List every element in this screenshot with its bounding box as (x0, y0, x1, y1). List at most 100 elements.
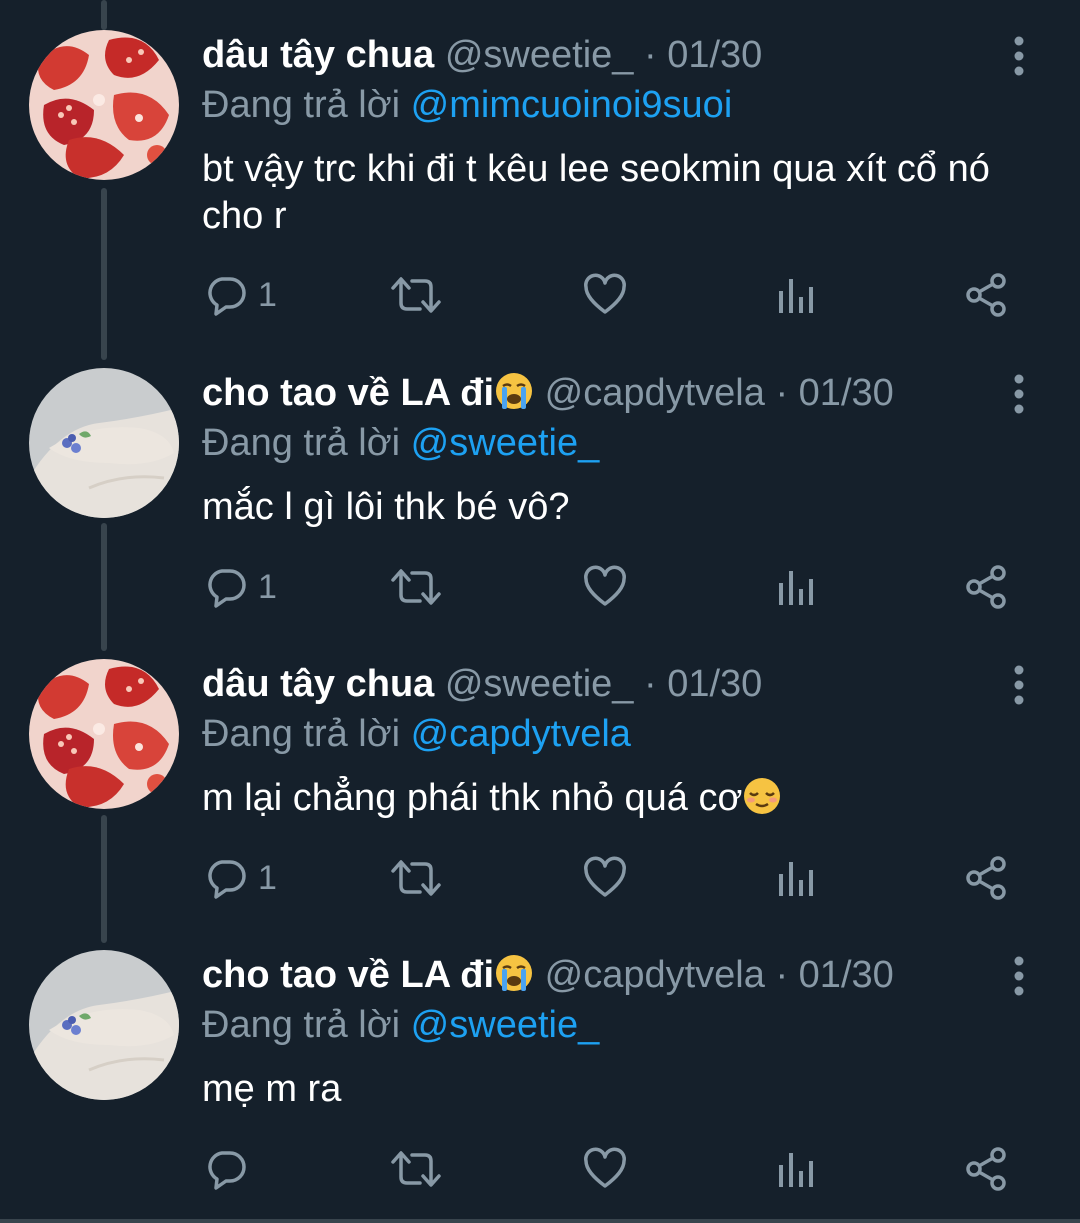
tweet-date[interactable]: 01/30 (799, 372, 894, 414)
like-button[interactable] (583, 270, 627, 320)
replying-to-handle[interactable]: @capdytvela (411, 713, 631, 755)
share-icon (966, 1147, 1006, 1191)
more-vertical-icon[interactable] (1008, 36, 1030, 76)
tweet-text: mắc l gì lôi thk bé vô? (202, 484, 1052, 531)
tweet-actions: 1 (0, 562, 1080, 612)
avatar[interactable] (29, 30, 179, 180)
more-vertical-icon[interactable] (1008, 956, 1030, 996)
share-button[interactable] (964, 853, 1010, 903)
reply-bubble-icon (208, 860, 246, 899)
reply-button[interactable] (204, 1144, 258, 1194)
tweet-header: dâu tây chua @sweetie_ · 01/30 (202, 659, 762, 709)
replying-to-label: Đang trả lời (202, 1004, 401, 1046)
analytics-bars-icon (779, 279, 813, 313)
replying-to-handle[interactable]: @sweetie_ (411, 422, 600, 464)
tweet-header: dâu tây chua @sweetie_ · 01/30 (202, 30, 762, 80)
retweet-icon (391, 569, 441, 605)
tweet-text-content: mẹ m ra (202, 1068, 342, 1110)
tweet-header: cho tao về LA đi @capdytvela · 01/30 (202, 368, 894, 418)
reply-button[interactable]: 1 (204, 270, 277, 320)
loudly-crying-face-icon (496, 373, 533, 409)
analytics-button[interactable] (776, 562, 816, 612)
reply-count: 1 (258, 858, 277, 897)
retweet-icon (391, 860, 441, 896)
like-button[interactable] (583, 853, 627, 903)
separator-dot: · (643, 34, 657, 76)
retweet-button[interactable] (390, 1144, 442, 1194)
share-button[interactable] (964, 1144, 1010, 1194)
display-name[interactable]: dâu tây chua (202, 663, 434, 705)
tweet-text: mẹ m ra (202, 1066, 1052, 1113)
tweet-text: m lại chẳng phái thk nhỏ quá cơ (202, 775, 1052, 822)
analytics-bars-icon (779, 571, 813, 605)
analytics-button[interactable] (776, 853, 816, 903)
strawberry-avatar-image (29, 659, 179, 809)
analytics-button[interactable] (776, 270, 816, 320)
tweet-date[interactable]: 01/30 (799, 954, 894, 996)
share-icon (966, 273, 1006, 317)
tweet-date[interactable]: 01/30 (667, 34, 762, 76)
heart-icon (584, 273, 626, 314)
retweet-button[interactable] (390, 853, 442, 903)
retweet-button[interactable] (390, 562, 442, 612)
separator-dot: · (643, 663, 657, 705)
replying-to: Đang trả lời @mimcuoinoi9suoi (202, 80, 732, 130)
like-button[interactable] (583, 1144, 627, 1194)
replying-to-handle[interactable]: @sweetie_ (411, 1004, 600, 1046)
user-handle[interactable]: @sweetie_ (445, 34, 634, 76)
replying-to: Đang trả lời @sweetie_ (202, 1000, 599, 1050)
replying-to-label: Đang trả lời (202, 422, 401, 464)
replying-to: Đang trả lời @capdytvela (202, 709, 631, 759)
retweet-icon (391, 1151, 441, 1187)
like-button[interactable] (583, 562, 627, 612)
hand-ring-avatar-image (29, 950, 179, 1100)
reply-count: 1 (258, 275, 277, 314)
heart-icon (584, 565, 626, 606)
user-handle[interactable]: @sweetie_ (445, 663, 634, 705)
reply-button[interactable]: 1 (204, 562, 277, 612)
replying-to-label: Đang trả lời (202, 84, 401, 126)
avatar[interactable] (29, 950, 179, 1100)
tweet-text-content: m lại chẳng phái thk nhỏ quá cơ (202, 777, 743, 819)
tweet-text-content: mắc l gì lôi thk bé vô? (202, 486, 570, 528)
reply-bubble-icon (208, 1151, 246, 1190)
reply-count: 1 (258, 567, 277, 606)
reply-button[interactable]: 1 (204, 853, 277, 903)
share-button[interactable] (964, 270, 1010, 320)
relieved-face-icon (744, 778, 781, 814)
avatar[interactable] (29, 368, 179, 518)
retweet-icon (391, 277, 441, 313)
user-handle[interactable]: @capdytvela (545, 372, 765, 414)
display-name[interactable]: cho tao về LA đi (202, 372, 494, 414)
analytics-bars-icon (779, 862, 813, 896)
share-button[interactable] (964, 562, 1010, 612)
user-handle[interactable]: @capdytvela (545, 954, 765, 996)
display-name[interactable]: dâu tây chua (202, 34, 434, 76)
separator-dot: · (775, 372, 789, 414)
analytics-button[interactable] (776, 1144, 816, 1194)
tweet-actions: 1 (0, 853, 1080, 903)
hand-ring-avatar-image (29, 368, 179, 518)
separator-dot: · (775, 954, 789, 996)
retweet-button[interactable] (390, 270, 442, 320)
tweet-actions (0, 1144, 1080, 1194)
tweet-actions: 1 (0, 270, 1080, 320)
heart-icon (584, 856, 626, 897)
more-vertical-icon[interactable] (1008, 374, 1030, 414)
thread-connector-line (101, 0, 107, 30)
loudly-crying-face-icon (496, 955, 533, 991)
replying-to: Đang trả lời @sweetie_ (202, 418, 599, 468)
replying-to-handle[interactable]: @mimcuoinoi9suoi (411, 84, 733, 126)
reply-bubble-icon (208, 277, 246, 316)
tweet-date[interactable]: 01/30 (667, 663, 762, 705)
share-icon (966, 856, 1006, 900)
replying-to-label: Đang trả lời (202, 713, 401, 755)
display-name[interactable]: cho tao về LA đi (202, 954, 494, 996)
share-icon (966, 565, 1006, 609)
more-vertical-icon[interactable] (1008, 665, 1030, 705)
avatar[interactable] (29, 659, 179, 809)
tweet-text-content: bt vậy trc khi đi t kêu lee seokmin qua … (202, 148, 990, 237)
strawberry-avatar-image (29, 30, 179, 180)
analytics-bars-icon (779, 1153, 813, 1187)
bottom-divider (0, 1219, 1080, 1223)
